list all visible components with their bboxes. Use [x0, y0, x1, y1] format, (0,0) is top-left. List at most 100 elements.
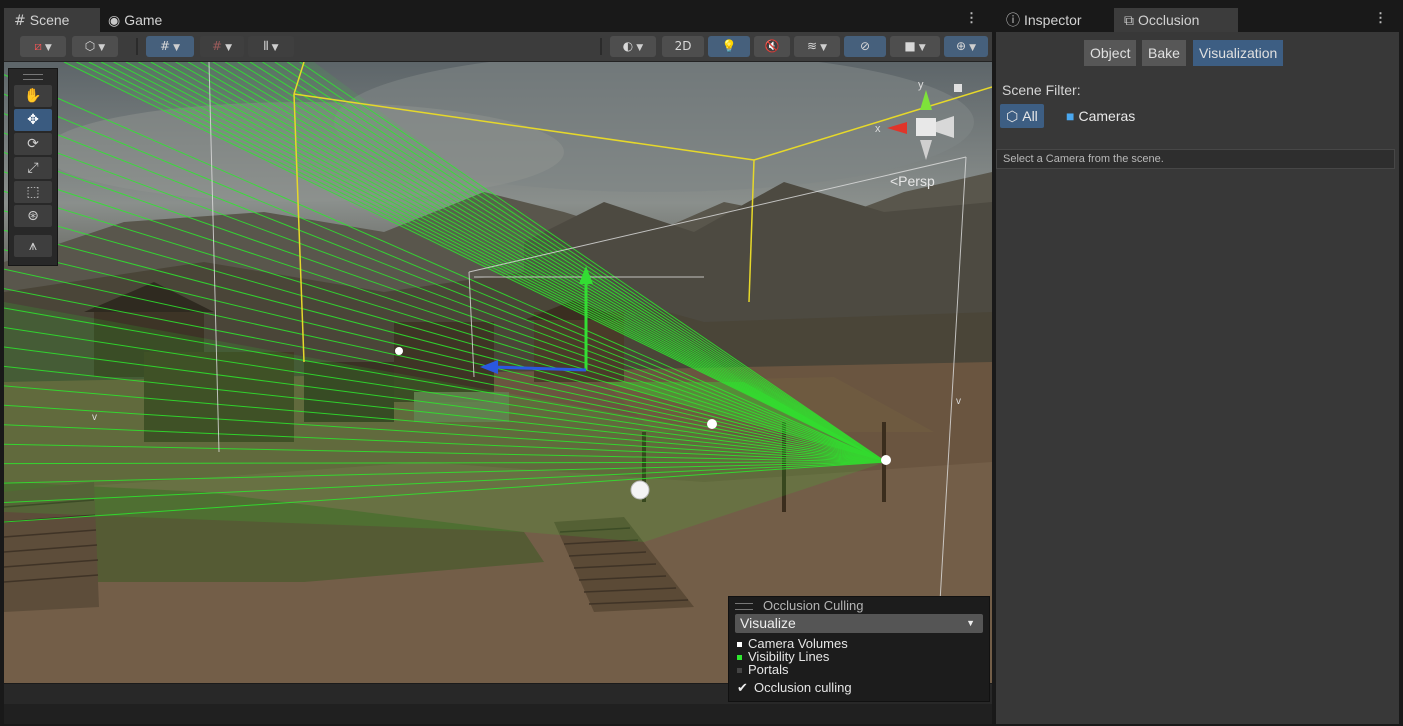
legend-label: Portals [748, 662, 789, 677]
occlusion-icon: ⧉ [1124, 13, 1134, 29]
gizmos-button[interactable]: ⊕ ▼ [944, 36, 988, 57]
occlusion-panel: ⓘ Inspector ⧉ Occlusion ⋮ Object Bake Visu… [996, 8, 1399, 724]
volume-marker-label: v [956, 396, 961, 407]
visualize-dropdown-value: Visualize [740, 615, 796, 631]
toolbar-separator [136, 38, 138, 55]
legend-swatch [737, 655, 742, 661]
scene-panel: # Scene ◉ Game ⋮ ⧄ ▼ ⬡ ▼ # ▼ # ▼ ⦀ ▼ ◐ ▼ 2D 💡 🔇 … [4, 8, 992, 724]
snap-increment-button[interactable]: # ▼ [200, 36, 244, 57]
subtab-visualization-label: Visualization [1199, 45, 1278, 61]
chevron-down-icon: ▼ [969, 43, 976, 53]
filter-all-label: All [1022, 108, 1038, 124]
2d-toggle-label: 2D [674, 39, 692, 53]
legend-swatch [737, 642, 742, 648]
filter-all-button[interactable]: ⬡ All [1000, 104, 1044, 128]
occlusion-culling-toggle[interactable]: ✔ Occlusion culling [729, 680, 989, 696]
custom-tool-icon[interactable]: ⩚ [14, 235, 52, 257]
transform-tool-icon[interactable]: ⊛ [14, 205, 52, 227]
tab-occlusion[interactable]: ⧉ Occlusion [1114, 8, 1238, 32]
scene-filter-label: Scene Filter: [1002, 82, 1081, 98]
tab-scene-label: Scene [29, 12, 70, 28]
sphere-icon: ◐ [622, 39, 634, 53]
cube-icon: ⬡ [84, 39, 96, 53]
info-icon: ⓘ [1006, 13, 1020, 29]
gizmo-y-label: y [918, 79, 924, 91]
lighting-toggle-button[interactable]: 💡 [708, 36, 750, 57]
legend-swatch [737, 668, 742, 674]
camera-marker[interactable] [630, 480, 650, 500]
chevron-down-icon: ▼ [636, 43, 644, 53]
chevron-down-icon: ▼ [918, 43, 926, 53]
panel-menu-kebab-icon[interactable]: ⋮ [1374, 10, 1387, 26]
subtab-object[interactable]: Object [1084, 40, 1137, 66]
draw-mode-button[interactable]: ⧄ ▼ [20, 36, 66, 57]
tab-game-label: Game [124, 12, 163, 28]
scene-grid-icon: # [14, 13, 26, 29]
shading-mode-button[interactable]: ◐ ▼ [610, 36, 656, 57]
chevron-down-icon: ▼ [271, 43, 279, 53]
gizmo-x-label: x [875, 123, 881, 135]
toolbar-separator [600, 38, 602, 55]
occlusion-culling-label: Occlusion culling [754, 680, 852, 695]
overlay-title: Occlusion Culling [763, 598, 864, 613]
align-icon: ⦀ [263, 39, 269, 53]
camera-marker[interactable] [881, 455, 891, 465]
effects-icon: ≋ [807, 39, 818, 53]
gizmo-icon: ⊕ [956, 39, 967, 53]
scene-toolbar: ⧄ ▼ ⬡ ▼ # ▼ # ▼ ⦀ ▼ ◐ ▼ 2D 💡 🔇 ≋ ▼ ⊘ ■ ▼ ⊕ ▼ [4, 32, 992, 62]
2d-toggle-button[interactable]: 2D [662, 36, 704, 57]
tool-palette: ✋ ✥ ⟳ ⤢ ⬚ ⊛ ⩚ [8, 68, 58, 266]
filter-cameras-label: Cameras [1078, 108, 1136, 124]
grid-snap-button[interactable]: # ▼ [146, 36, 194, 57]
effects-button[interactable]: ≋ ▼ [794, 36, 840, 57]
chevron-down-icon: ▼ [225, 43, 232, 53]
subtab-bake[interactable]: Bake [1142, 40, 1186, 66]
chevron-down-icon: ▼ [173, 43, 180, 53]
tab-game[interactable]: ◉ Game [98, 8, 172, 32]
visualize-dropdown[interactable]: Visualize ▼ [735, 614, 983, 633]
camera-icon: ■ [1066, 108, 1075, 124]
audio-toggle-button[interactable]: 🔇 [754, 36, 790, 57]
checkmark-icon: ✔ [737, 680, 748, 695]
camera-icon: ■ [904, 39, 916, 53]
chevron-down-icon: ▼ [820, 43, 827, 53]
camera-settings-button[interactable]: ■ ▼ [890, 36, 940, 57]
hidden-eye-icon: ⊘ [859, 39, 871, 53]
filter-cameras-button[interactable]: ■ Cameras [1060, 104, 1141, 128]
move-tool-icon[interactable]: ✥ [14, 109, 52, 131]
align-button[interactable]: ⦀ ▼ [248, 36, 294, 57]
visibility-toggle-button[interactable]: ⊘ [844, 36, 886, 57]
tab-inspector[interactable]: ⓘ Inspector [996, 8, 1092, 32]
legend-portals: Portals [729, 663, 989, 676]
rect-tool-icon[interactable]: ⬚ [14, 181, 52, 203]
scale-tool-icon[interactable]: ⤢ [14, 157, 52, 179]
tab-occlusion-label: Occlusion [1138, 12, 1200, 28]
chevron-down-icon: ▼ [44, 43, 52, 53]
subtab-visualization[interactable]: Visualization [1193, 40, 1284, 66]
cube-icon: ⬡ [1006, 109, 1019, 125]
chevron-down-icon: ▼ [98, 43, 106, 53]
draw-mode-icon: ⧄ [34, 39, 42, 53]
gamepad-icon: ◉ [108, 13, 121, 29]
scene-menu-kebab-icon[interactable]: ⋮ [965, 10, 978, 26]
render-mode-button[interactable]: ⬡ ▼ [72, 36, 118, 57]
subtab-object-label: Object [1090, 45, 1131, 61]
chevron-down-icon: ▼ [966, 618, 975, 628]
volume-marker-label: v [92, 412, 97, 423]
tab-inspector-label: Inspector [1024, 12, 1082, 28]
projection-label[interactable]: <Persp [890, 173, 935, 189]
right-tabbar: ⓘ Inspector ⧉ Occlusion ⋮ [996, 8, 1399, 32]
snap-increment-icon: # [212, 39, 223, 53]
hand-tool-icon[interactable]: ✋ [14, 85, 52, 107]
grid-snap-icon: # [160, 39, 171, 53]
overlay-header[interactable]: Occlusion Culling [729, 597, 989, 614]
rotate-tool-icon[interactable]: ⟳ [14, 133, 52, 155]
subtab-bake-label: Bake [1148, 45, 1180, 61]
palette-grip[interactable] [23, 74, 43, 80]
occlusion-culling-overlay: Occlusion Culling Visualize ▼ Camera Vol… [728, 596, 990, 702]
audio-muted-icon: 🔇 [764, 39, 780, 53]
tab-scene[interactable]: # Scene [4, 8, 100, 32]
info-message: Select a Camera from the scene. [996, 149, 1395, 169]
scene-tabbar: # Scene ◉ Game ⋮ [4, 8, 992, 32]
overlay-grip-icon[interactable] [735, 603, 753, 610]
